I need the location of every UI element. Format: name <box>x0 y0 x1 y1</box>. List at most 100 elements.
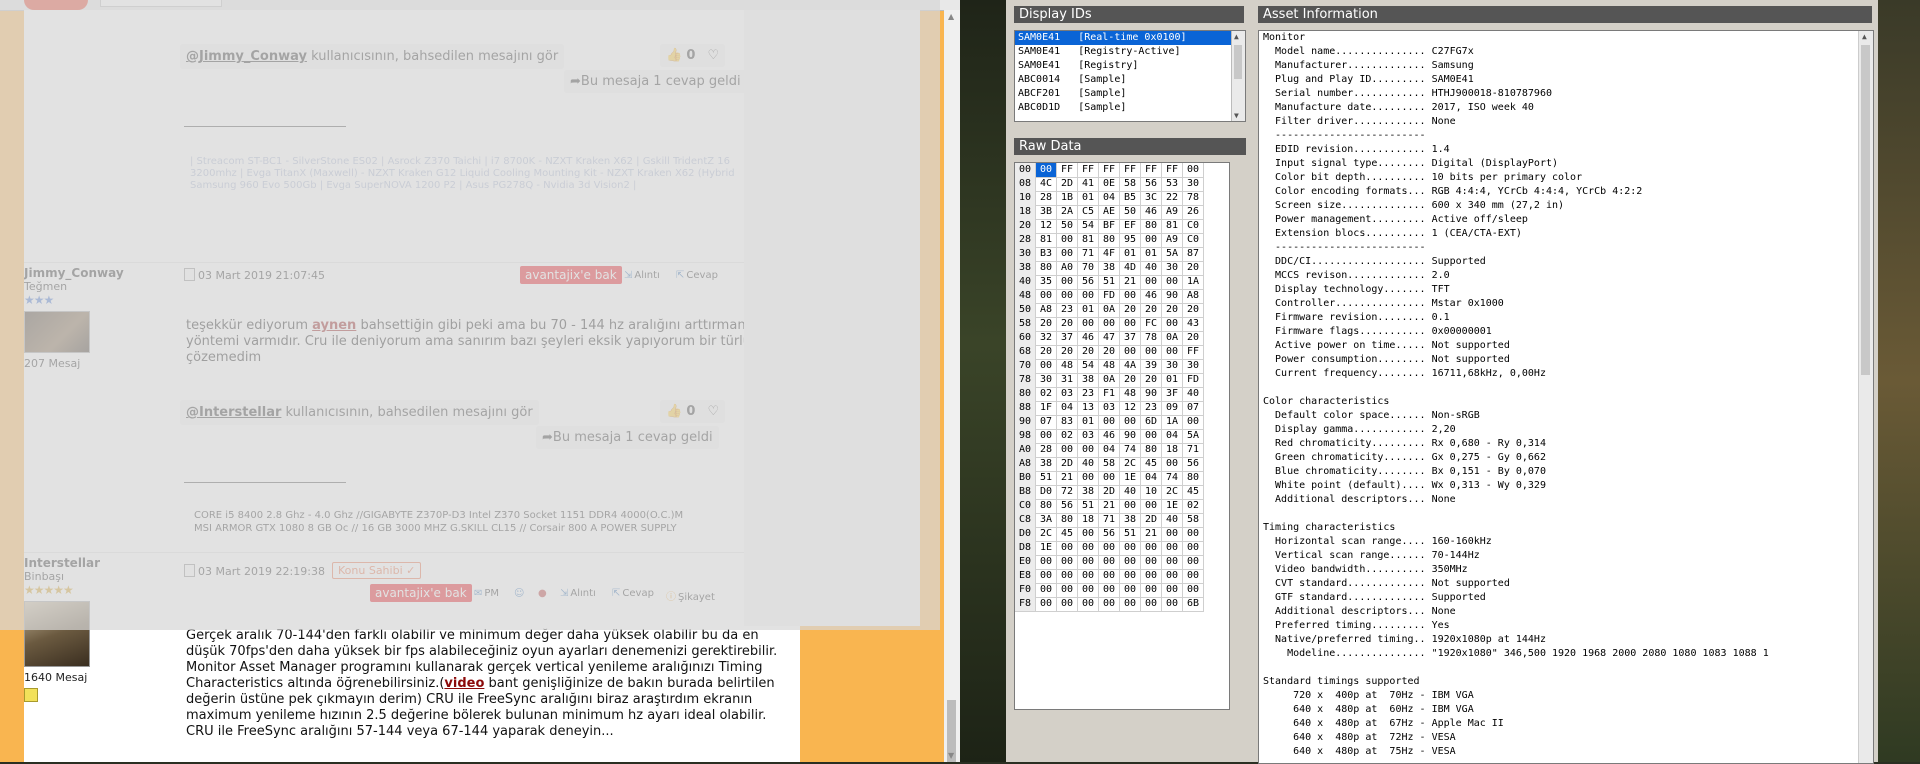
raw-byte-cell[interactable]: 00 <box>1057 597 1078 612</box>
raw-byte-cell[interactable]: 46 <box>1141 205 1162 220</box>
raw-byte-cell[interactable]: 00 <box>1036 163 1057 178</box>
raw-byte-cell[interactable]: 70 <box>1078 261 1099 276</box>
raw-byte-cell[interactable]: FF <box>1183 345 1204 360</box>
raw-byte-cell[interactable]: A8 <box>1183 289 1204 304</box>
raw-byte-cell[interactable]: 80 <box>1036 261 1057 276</box>
raw-byte-cell[interactable]: 23 <box>1057 303 1078 318</box>
raw-byte-cell[interactable]: 83 <box>1057 415 1078 430</box>
raw-byte-cell[interactable]: FC <box>1141 317 1162 332</box>
raw-byte-cell[interactable]: 00 <box>1078 541 1099 556</box>
raw-byte-cell[interactable]: 00 <box>1183 555 1204 570</box>
raw-byte-cell[interactable]: 2D <box>1057 177 1078 192</box>
raw-byte-cell[interactable]: 1A <box>1162 415 1183 430</box>
raw-byte-cell[interactable]: 04 <box>1162 429 1183 444</box>
raw-byte-cell[interactable]: 00 <box>1162 583 1183 598</box>
raw-byte-cell[interactable]: 20 <box>1120 303 1141 318</box>
raw-byte-cell[interactable]: 80 <box>1099 233 1120 248</box>
raw-byte-cell[interactable]: 00 <box>1162 275 1183 290</box>
raw-byte-cell[interactable]: 00 <box>1162 317 1183 332</box>
raw-byte-cell[interactable]: 00 <box>1162 457 1183 472</box>
raw-byte-cell[interactable]: 4F <box>1099 247 1120 262</box>
raw-byte-cell[interactable]: 71 <box>1078 247 1099 262</box>
raw-byte-cell[interactable]: 47 <box>1099 331 1120 346</box>
raw-byte-cell[interactable]: 00 <box>1120 345 1141 360</box>
asset-info-panel[interactable]: Monitor Model name............... C27FG7… <box>1258 30 1874 764</box>
raw-byte-cell[interactable]: 46 <box>1141 289 1162 304</box>
thumbs-up-icon[interactable]: 👍 <box>666 48 682 63</box>
raw-byte-cell[interactable]: 01 <box>1141 247 1162 262</box>
raw-byte-cell[interactable]: 04 <box>1141 471 1162 486</box>
raw-byte-cell[interactable]: 20 <box>1120 373 1141 388</box>
raw-byte-cell[interactable]: 20 <box>1036 317 1057 332</box>
raw-byte-cell[interactable]: 00 <box>1078 555 1099 570</box>
raw-byte-cell[interactable]: 00 <box>1141 275 1162 290</box>
mention-link[interactable]: @Interstellar kullanıcısının, bahsedilen… <box>180 400 539 425</box>
raw-byte-cell[interactable]: 00 <box>1120 499 1141 514</box>
raw-byte-cell[interactable]: 90 <box>1141 387 1162 402</box>
raw-byte-cell[interactable]: 39 <box>1141 359 1162 374</box>
raw-byte-cell[interactable]: 4A <box>1120 359 1141 374</box>
raw-byte-cell[interactable]: 20 <box>1099 345 1120 360</box>
raw-byte-cell[interactable]: 20 <box>1162 303 1183 318</box>
raw-byte-cell[interactable]: 00 <box>1078 471 1099 486</box>
raw-byte-cell[interactable]: 00 <box>1120 555 1141 570</box>
raw-byte-cell[interactable]: 80 <box>1141 219 1162 234</box>
raw-byte-cell[interactable]: 1F <box>1036 401 1057 416</box>
avatar[interactable] <box>24 311 90 353</box>
like-widget[interactable]: 👍 0 ♡ <box>660 44 726 67</box>
avantajix-button[interactable]: avantajix'e bak <box>370 584 472 602</box>
raw-byte-cell[interactable]: B5 <box>1120 191 1141 206</box>
raw-byte-cell[interactable]: 03 <box>1078 429 1099 444</box>
raw-byte-cell[interactable]: 54 <box>1078 219 1099 234</box>
mention-link[interactable]: @Jimmy_Conway kullanıcısının, bahsedilen… <box>180 44 565 69</box>
raw-byte-cell[interactable]: 81 <box>1036 233 1057 248</box>
raw-byte-cell[interactable]: 1A <box>1183 275 1204 290</box>
raw-byte-cell[interactable]: 00 <box>1057 443 1078 458</box>
raw-byte-cell[interactable]: C0 <box>1183 233 1204 248</box>
raw-byte-cell[interactable]: 00 <box>1141 499 1162 514</box>
thanks-icon[interactable]: ● <box>538 588 547 599</box>
raw-byte-cell[interactable]: 56 <box>1099 527 1120 542</box>
raw-byte-cell[interactable]: A9 <box>1162 205 1183 220</box>
profile-icon[interactable]: ☺ <box>514 588 526 599</box>
raw-byte-cell[interactable]: 00 <box>1162 345 1183 360</box>
raw-byte-cell[interactable]: 09 <box>1162 401 1183 416</box>
raw-byte-cell[interactable]: 00 <box>1120 583 1141 598</box>
raw-byte-cell[interactable]: A9 <box>1162 233 1183 248</box>
raw-byte-cell[interactable]: 20 <box>1036 345 1057 360</box>
raw-byte-cell[interactable]: 00 <box>1078 443 1099 458</box>
raw-byte-cell[interactable]: 00 <box>1078 597 1099 612</box>
inline-link[interactable]: aynen <box>312 318 356 333</box>
raw-byte-cell[interactable]: 13 <box>1078 401 1099 416</box>
raw-byte-cell[interactable]: 00 <box>1099 583 1120 598</box>
replies-link[interactable]: ➦Bu mesaja 1 cevap geldi <box>564 70 747 93</box>
raw-byte-cell[interactable]: 80 <box>1183 471 1204 486</box>
raw-byte-cell[interactable]: 04 <box>1099 191 1120 206</box>
raw-byte-cell[interactable]: 54 <box>1078 359 1099 374</box>
raw-byte-cell[interactable]: 43 <box>1183 317 1204 332</box>
raw-byte-cell[interactable]: 48 <box>1057 359 1078 374</box>
raw-byte-cell[interactable]: 6D <box>1141 415 1162 430</box>
raw-byte-cell[interactable]: 00 <box>1057 555 1078 570</box>
raw-byte-cell[interactable]: 30 <box>1036 373 1057 388</box>
raw-byte-cell[interactable]: 0A <box>1099 303 1120 318</box>
raw-byte-cell[interactable]: 00 <box>1162 555 1183 570</box>
raw-byte-cell[interactable]: 3B <box>1036 205 1057 220</box>
raw-byte-cell[interactable]: 6B <box>1183 597 1204 612</box>
raw-byte-cell[interactable]: 81 <box>1078 233 1099 248</box>
raw-byte-cell[interactable]: 00 <box>1162 569 1183 584</box>
raw-byte-cell[interactable]: 20 <box>1183 303 1204 318</box>
raw-byte-cell[interactable]: 00 <box>1078 569 1099 584</box>
raw-byte-cell[interactable]: 00 <box>1141 569 1162 584</box>
reply-button[interactable]: ⇱ Cevap <box>612 588 654 599</box>
raw-byte-cell[interactable]: 51 <box>1036 471 1057 486</box>
raw-byte-cell[interactable]: 46 <box>1078 331 1099 346</box>
raw-byte-cell[interactable]: 30 <box>1162 359 1183 374</box>
raw-byte-cell[interactable]: 21 <box>1141 527 1162 542</box>
site-logo[interactable] <box>24 0 88 10</box>
raw-byte-cell[interactable]: 2D <box>1099 485 1120 500</box>
raw-byte-cell[interactable]: 48 <box>1120 387 1141 402</box>
raw-byte-cell[interactable]: 00 <box>1036 583 1057 598</box>
avantajix-button[interactable]: avantajix'e bak <box>520 266 622 284</box>
raw-byte-cell[interactable]: 00 <box>1183 569 1204 584</box>
